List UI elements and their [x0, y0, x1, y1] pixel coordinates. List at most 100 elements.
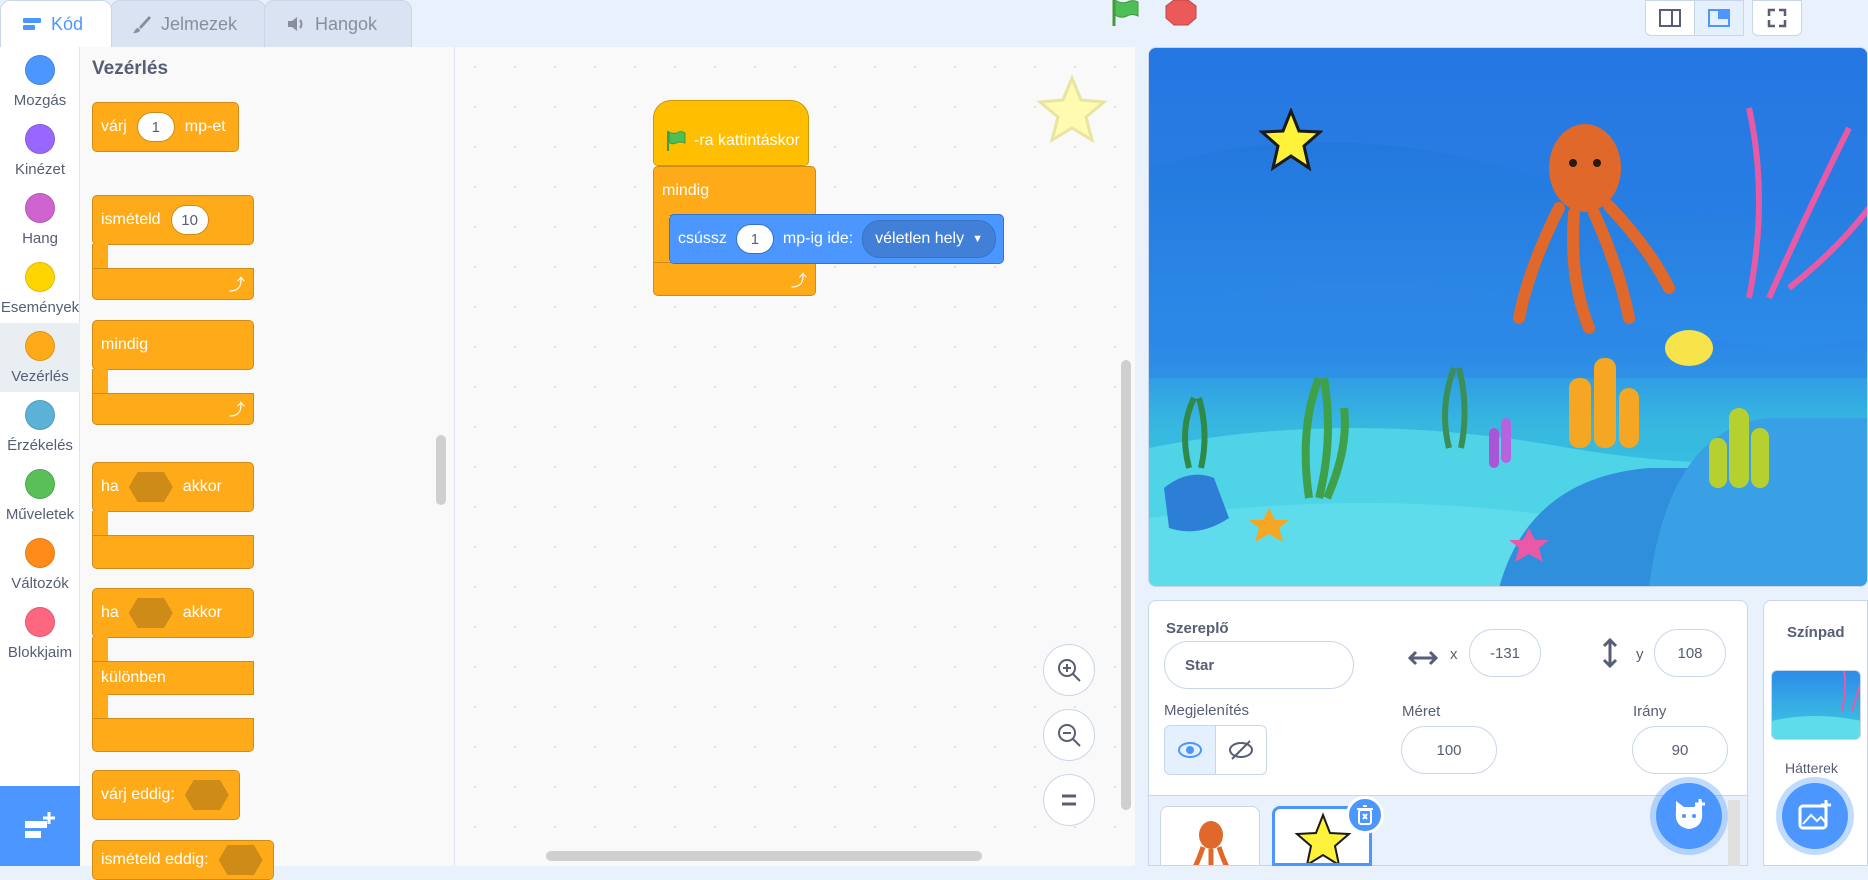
zoom-in-button[interactable]: [1043, 644, 1095, 696]
octopus-thumbnail: [1193, 821, 1229, 865]
stage-canvas[interactable]: [1148, 47, 1868, 587]
stop-icon[interactable]: [1165, 0, 1197, 26]
block-label: csússz: [678, 230, 727, 247]
category-sound[interactable]: Hang: [0, 185, 80, 254]
small-stage-icon: [1659, 9, 1681, 27]
green-flag-icon[interactable]: [1108, 0, 1142, 26]
boolean-slot[interactable]: [128, 472, 173, 502]
category-my-blocks[interactable]: Blokkjaim: [0, 599, 80, 668]
block-label: különben: [101, 669, 166, 686]
boolean-slot[interactable]: [218, 845, 263, 875]
dropdown-value: véletlen hely: [875, 230, 965, 247]
category-variables[interactable]: Változók: [0, 530, 80, 599]
block-if-arm: [92, 511, 108, 537]
x-position-field[interactable]: -131: [1469, 629, 1541, 677]
sprite-list-scrollbar[interactable]: [1728, 800, 1740, 866]
block-repeat-until[interactable]: ismételd eddig:: [92, 840, 274, 880]
block-repeat-arm: [92, 244, 108, 270]
y-arrows-icon: [1602, 638, 1618, 668]
sprite-thumb-octopus[interactable]: [1160, 806, 1260, 866]
category-motion-dot: [25, 55, 55, 85]
block-if[interactable]: ha akkor: [92, 462, 254, 512]
fullscreen-button[interactable]: [1752, 0, 1802, 36]
tab-sounds[interactable]: Hangok: [264, 0, 412, 47]
category-looks-dot: [25, 124, 55, 154]
star-sprite[interactable]: [1259, 108, 1323, 172]
block-forever-script[interactable]: mindig: [653, 166, 816, 216]
script-vertical-scrollbar[interactable]: [1121, 360, 1131, 810]
show-sprite-button[interactable]: [1164, 725, 1216, 775]
number-input[interactable]: 1: [735, 224, 774, 254]
category-label: Változók: [11, 575, 69, 592]
number-input[interactable]: 1: [136, 112, 175, 142]
show-label: Megjelenítés: [1164, 702, 1250, 719]
size-label: Méret: [1402, 703, 1441, 720]
category-label: Mozgás: [13, 92, 67, 109]
chevron-down-icon: ▼: [972, 233, 983, 245]
zoom-reset-button[interactable]: [1043, 774, 1095, 826]
choose-sprite-button[interactable]: [1656, 783, 1722, 849]
category-motion[interactable]: Mozgás: [0, 47, 80, 116]
add-extension-icon: [25, 812, 55, 838]
block-label: akkor: [182, 478, 222, 495]
code-icon: [23, 18, 41, 30]
sprite-name-field[interactable]: Star: [1164, 641, 1354, 689]
fullscreen-icon: [1767, 8, 1787, 28]
category-operators-dot: [25, 469, 55, 499]
block-forever-arm: [92, 369, 108, 395]
hide-sprite-button[interactable]: [1215, 725, 1267, 775]
block-forever[interactable]: mindig: [92, 320, 254, 370]
category-label: Műveletek: [5, 506, 75, 523]
brush-icon: [133, 16, 151, 33]
backdrops-label: Hátterek: [1785, 760, 1838, 776]
stage-thumbnail[interactable]: [1771, 670, 1861, 740]
block-glide-to[interactable]: csússz 1 mp-ig ide: véletlen hely ▼: [669, 214, 1004, 264]
category-control-dot: [25, 331, 55, 361]
normal-stage-button[interactable]: [1694, 0, 1744, 36]
add-extension-button[interactable]: [0, 786, 80, 866]
category-menu: Mozgás Kinézet Hang Események Vezérlés É…: [0, 47, 80, 787]
y-position-field[interactable]: 108: [1654, 629, 1726, 677]
block-if-else-arm: [92, 637, 108, 663]
zoom-in-icon: [1058, 659, 1081, 682]
block-else-bar: különben: [92, 661, 254, 695]
delete-sprite-button[interactable]: [1346, 796, 1384, 834]
category-sensing[interactable]: Érzékelés: [0, 392, 80, 461]
size-field[interactable]: 100: [1401, 726, 1497, 774]
zoom-out-button[interactable]: [1043, 709, 1095, 761]
category-looks[interactable]: Kinézet: [0, 116, 80, 185]
block-wait-until[interactable]: várj eddig:: [92, 770, 240, 820]
number-input[interactable]: 10: [170, 205, 209, 235]
small-stage-button[interactable]: [1645, 0, 1695, 36]
palette-scrollbar[interactable]: [436, 435, 446, 505]
category-label: Vezérlés: [11, 368, 69, 385]
stage-panel-title: Színpad: [1787, 624, 1845, 641]
loop-arrow-icon: ⤴: [790, 273, 807, 290]
backdrop-add-icon: [1798, 800, 1831, 830]
boolean-slot[interactable]: [184, 780, 229, 810]
normal-stage-icon: [1708, 9, 1730, 27]
category-operators[interactable]: Műveletek: [0, 461, 80, 530]
direction-label: Irány: [1633, 703, 1667, 720]
x-arrows-icon: [1408, 650, 1438, 666]
block-repeat[interactable]: ismételd 10: [92, 195, 254, 245]
block-wait[interactable]: várj 1 mp-et: [92, 102, 239, 152]
loop-arrow-icon: ⤴: [228, 277, 245, 294]
category-control[interactable]: Vezérlés: [0, 323, 80, 392]
tab-code[interactable]: Kód: [0, 0, 112, 47]
glide-target-dropdown[interactable]: véletlen hely ▼: [862, 220, 996, 258]
block-if-else-foot: [92, 718, 254, 752]
block-label: mp-ig ide:: [782, 230, 854, 247]
editor-tab-bar: Kód Jelmezek Hangok: [0, 0, 1140, 47]
choose-backdrop-button[interactable]: [1782, 783, 1848, 849]
category-my-blocks-dot: [25, 607, 55, 637]
block-if-foot: [92, 535, 254, 569]
category-events[interactable]: Események: [0, 254, 80, 323]
script-horizontal-scrollbar[interactable]: [546, 851, 982, 861]
direction-field[interactable]: 90: [1632, 726, 1728, 774]
block-label: -ra kattintáskor: [694, 131, 800, 149]
block-when-flag-clicked[interactable]: -ra kattintáskor: [653, 116, 809, 166]
block-if-else[interactable]: ha akkor: [92, 588, 254, 638]
tab-costumes[interactable]: Jelmezek: [110, 0, 266, 47]
boolean-slot[interactable]: [128, 598, 173, 628]
